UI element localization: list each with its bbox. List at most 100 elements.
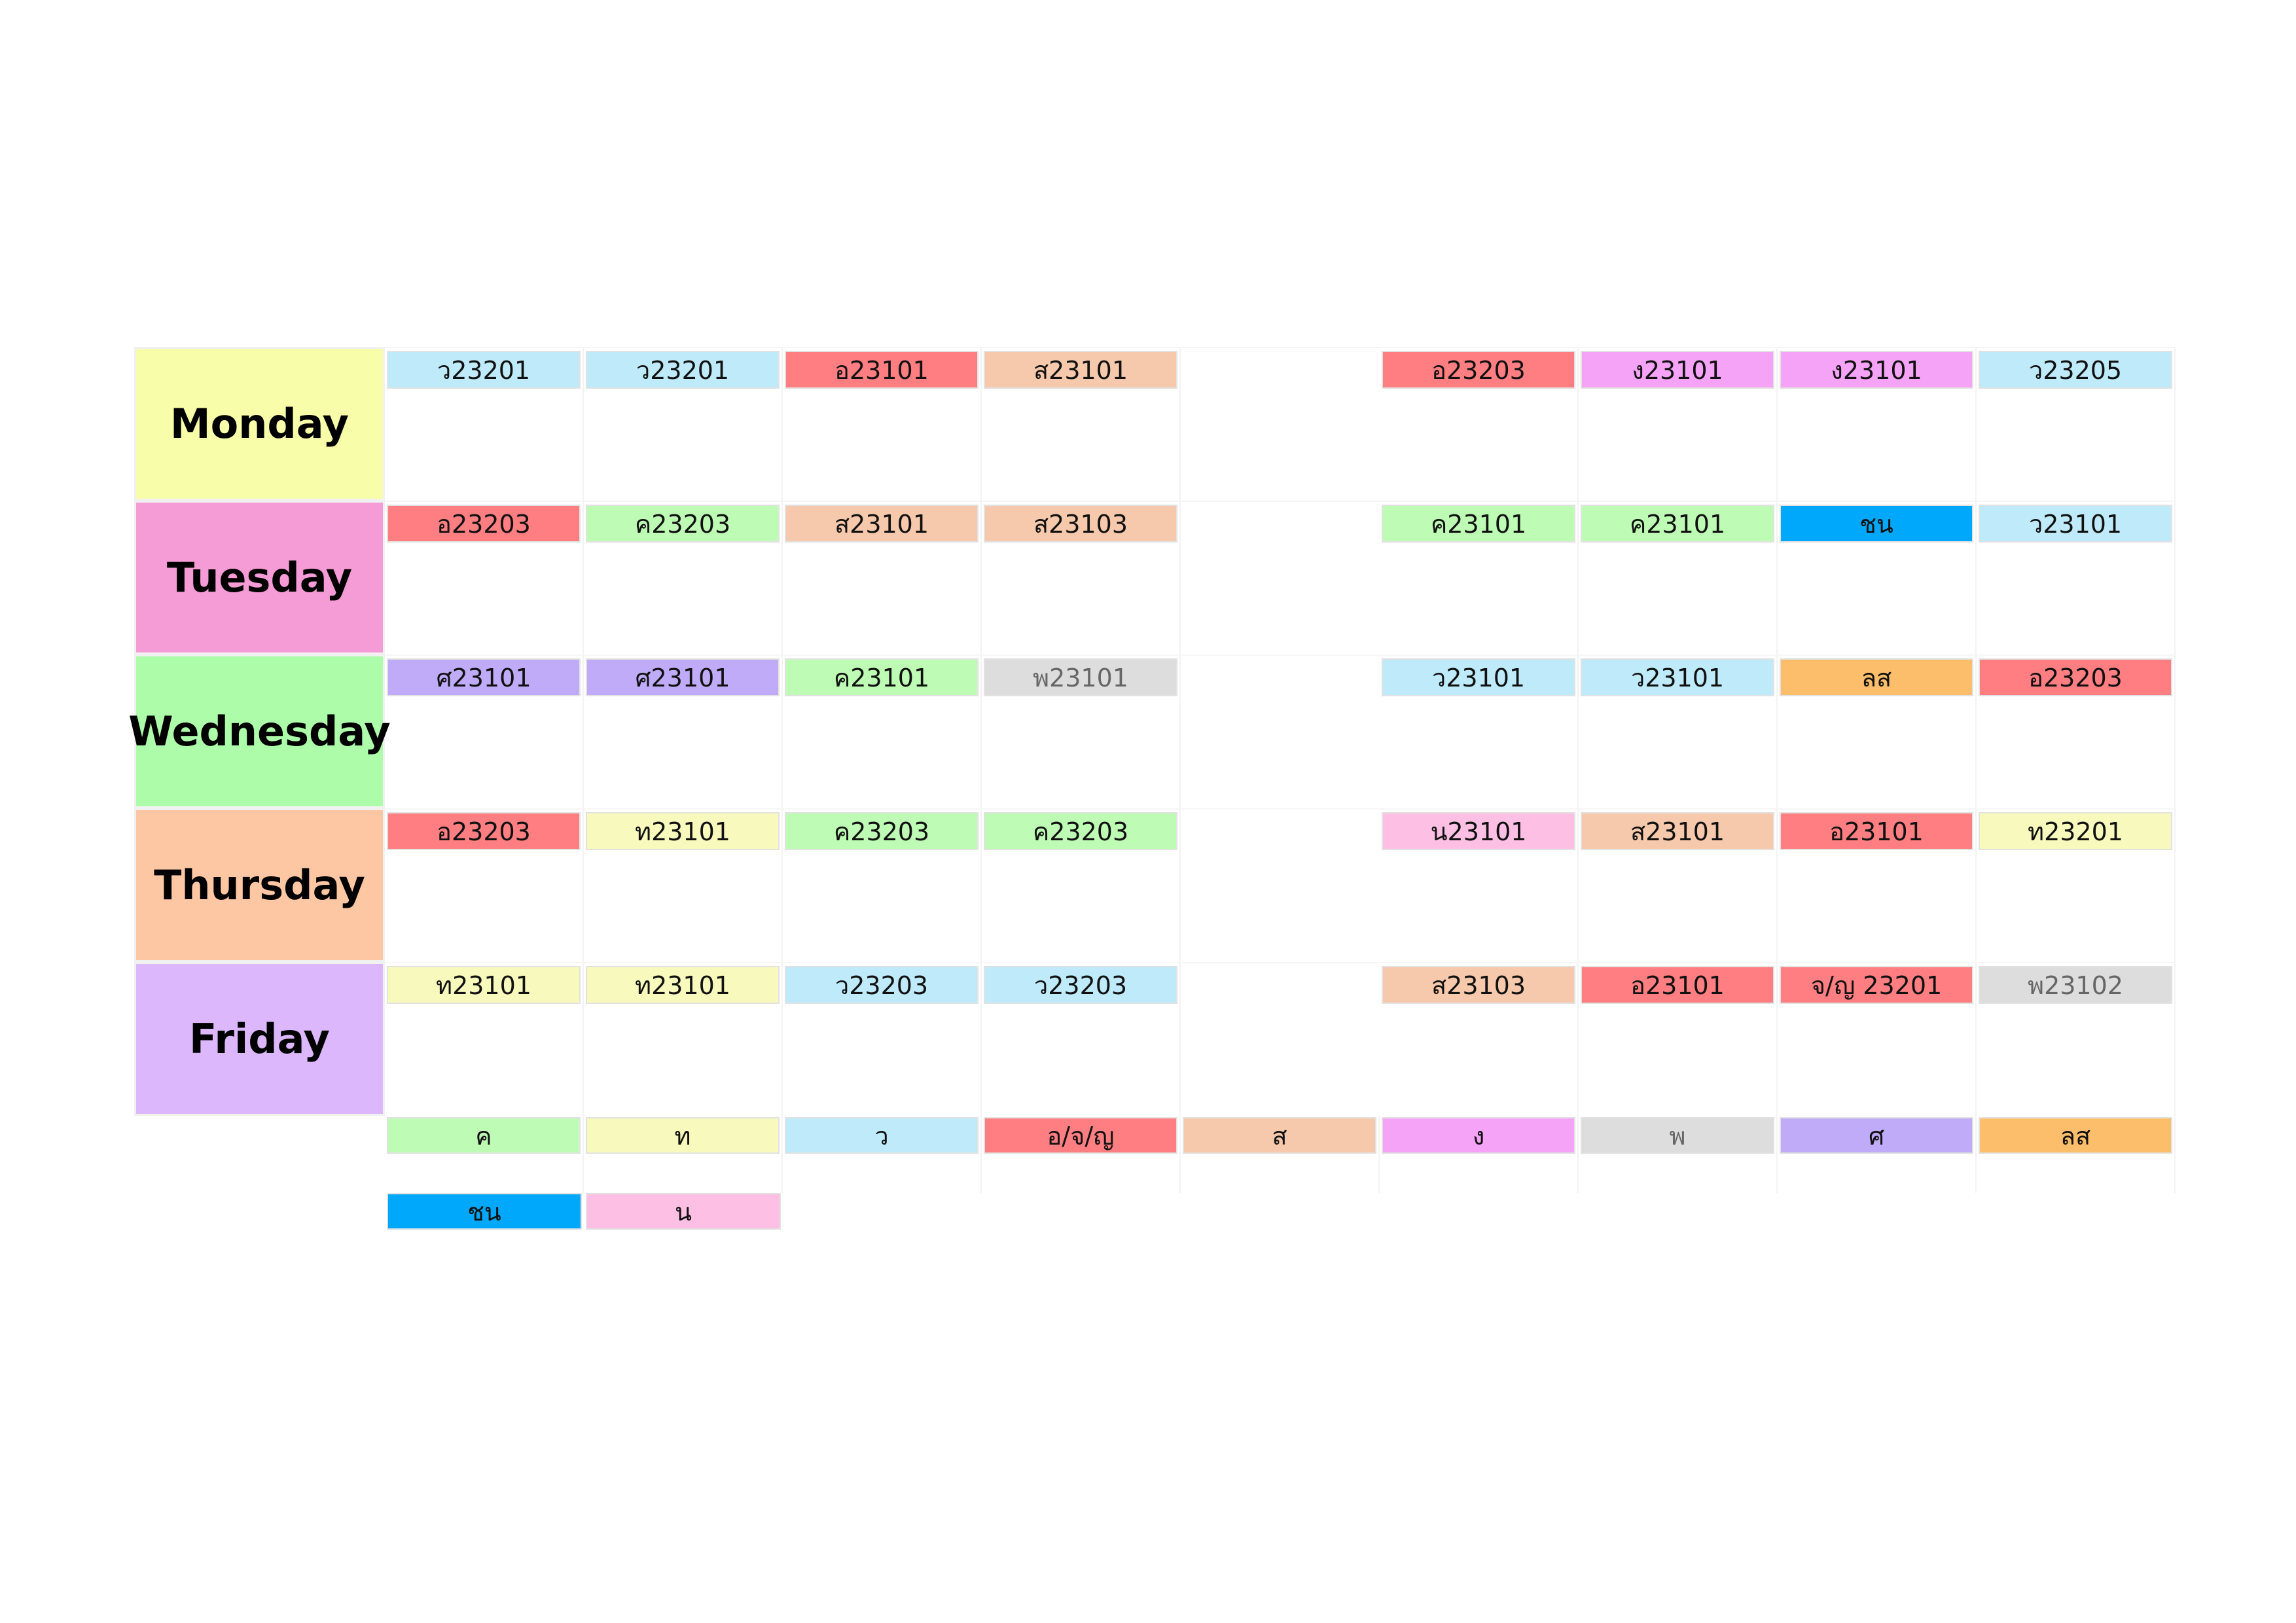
subject-code: ว23203 [785, 966, 978, 1004]
period-cell: ว23203 [783, 962, 982, 1116]
period-cell: ว23101 [1977, 501, 2176, 654]
period-cell [1181, 347, 1380, 501]
day-label-2: Wednesday [128, 654, 391, 808]
legend-key: ศ [1780, 1117, 1973, 1154]
subject-code: ค23101 [785, 658, 978, 696]
subject-code: อ23101 [1780, 812, 1973, 850]
legend-key: ว [785, 1117, 978, 1154]
day-label-0: Monday [134, 347, 385, 501]
legend-cell: ลส [1977, 1116, 2176, 1193]
period-cell: ง23101 [1778, 347, 1977, 501]
period-cell: อ23203 [385, 808, 584, 962]
subject-code: อ23101 [785, 351, 978, 389]
subject-code: ท23201 [1979, 812, 2172, 850]
day-label-3: Thursday [134, 808, 385, 962]
period-cell: อ23101 [1778, 808, 1977, 962]
period-cell: ศ23101 [385, 654, 584, 808]
subject-code: ค23203 [785, 812, 978, 850]
legend-cell: อ/จ/ญ [982, 1116, 1181, 1193]
subject-code: ส23103 [984, 505, 1177, 543]
legend-cell: ท [584, 1116, 783, 1193]
period-cell: ส23101 [783, 501, 982, 654]
period-cell: จ/ญ 23201 [1778, 962, 1977, 1116]
legend-cell: พ [1579, 1116, 1778, 1193]
subject-code: ว23201 [586, 351, 780, 389]
subject-code: ท23101 [586, 812, 780, 850]
subject-code: ว23101 [1382, 658, 1575, 696]
legend-cell: ค [385, 1116, 584, 1193]
legend-key: น [586, 1193, 781, 1230]
subject-code: พ23102 [1979, 966, 2172, 1004]
legend-key: ลส [1979, 1117, 2172, 1154]
legend-key: ง [1382, 1117, 1575, 1154]
subject-code: ชน [1780, 505, 1973, 543]
legend-cell: ชน [385, 1193, 584, 1249]
legend-key: พ [1581, 1117, 1774, 1154]
period-cell: พ23102 [1977, 962, 2176, 1116]
period-cell: ค23101 [1579, 501, 1778, 654]
period-cell: ค23203 [783, 808, 982, 962]
subject-code: ว23101 [1581, 658, 1774, 696]
subject-code: อ23203 [1979, 658, 2172, 696]
subject-code: ว23201 [387, 351, 581, 389]
period-cell [1181, 501, 1380, 654]
period-cell [1181, 654, 1380, 808]
subject-code: อ23203 [1382, 351, 1575, 389]
legend-cell [1380, 1193, 1579, 1249]
period-cell: ชน [1778, 501, 1977, 654]
period-cell: ลส [1778, 654, 1977, 808]
period-cell: ท23201 [1977, 808, 2176, 962]
period-cell: ส23103 [982, 501, 1181, 654]
period-cell: ท23101 [584, 962, 783, 1116]
period-cell: ค23203 [982, 808, 1181, 962]
legend-spacer [134, 1193, 385, 1249]
subject-code: อ23101 [1581, 966, 1774, 1004]
period-cell: ว23201 [385, 347, 584, 501]
subject-code: ศ23101 [387, 658, 581, 696]
period-cell: อ23101 [1579, 962, 1778, 1116]
legend-cell: ศ [1778, 1116, 1977, 1193]
subject-code: ว23205 [1979, 351, 2172, 389]
subject-code: พ23101 [984, 658, 1177, 696]
subject-code: ค23101 [1382, 505, 1575, 543]
period-cell: ว23101 [1380, 654, 1579, 808]
period-cell: ว23201 [584, 347, 783, 501]
period-cell: ว23205 [1977, 347, 2176, 501]
period-cell: ส23101 [982, 347, 1181, 501]
legend-cell: ว [783, 1116, 982, 1193]
legend-key: ชน [387, 1193, 582, 1230]
subject-code: ท23101 [586, 966, 780, 1004]
subject-code: ศ23101 [586, 658, 780, 696]
legend-cell: ง [1380, 1116, 1579, 1193]
period-cell: ส23103 [1380, 962, 1579, 1116]
period-cell: น23101 [1380, 808, 1579, 962]
period-cell: ว23203 [982, 962, 1181, 1116]
day-label-1: Tuesday [134, 501, 385, 654]
period-cell: ศ23101 [584, 654, 783, 808]
period-cell: อ23203 [1380, 347, 1579, 501]
period-cell: พ23101 [982, 654, 1181, 808]
subject-code: ส23101 [1581, 812, 1774, 850]
legend-cell [1579, 1193, 1778, 1249]
period-cell [1181, 962, 1380, 1116]
period-cell [1181, 808, 1380, 962]
subject-code: อ23203 [387, 505, 581, 543]
legend-cell [783, 1193, 982, 1249]
subject-code: ง23101 [1581, 351, 1774, 389]
subject-code: ว23101 [1979, 505, 2172, 543]
subject-code: ค23203 [586, 505, 780, 543]
legend-key: ส [1183, 1117, 1376, 1154]
day-label-4: Friday [134, 962, 385, 1116]
subject-code: ส23103 [1382, 966, 1575, 1004]
legend-cell: ส [1181, 1116, 1380, 1193]
subject-code: ค23101 [1581, 505, 1774, 543]
legend-cell: น [584, 1193, 783, 1249]
legend-cell [982, 1193, 1181, 1249]
legend-cell [1977, 1193, 2176, 1249]
legend-key: ท [586, 1117, 780, 1154]
period-cell: ท23101 [584, 808, 783, 962]
subject-code: ลส [1780, 658, 1973, 696]
period-cell: ค23203 [584, 501, 783, 654]
subject-code: จ/ญ 23201 [1780, 966, 1973, 1004]
period-cell: ส23101 [1579, 808, 1778, 962]
